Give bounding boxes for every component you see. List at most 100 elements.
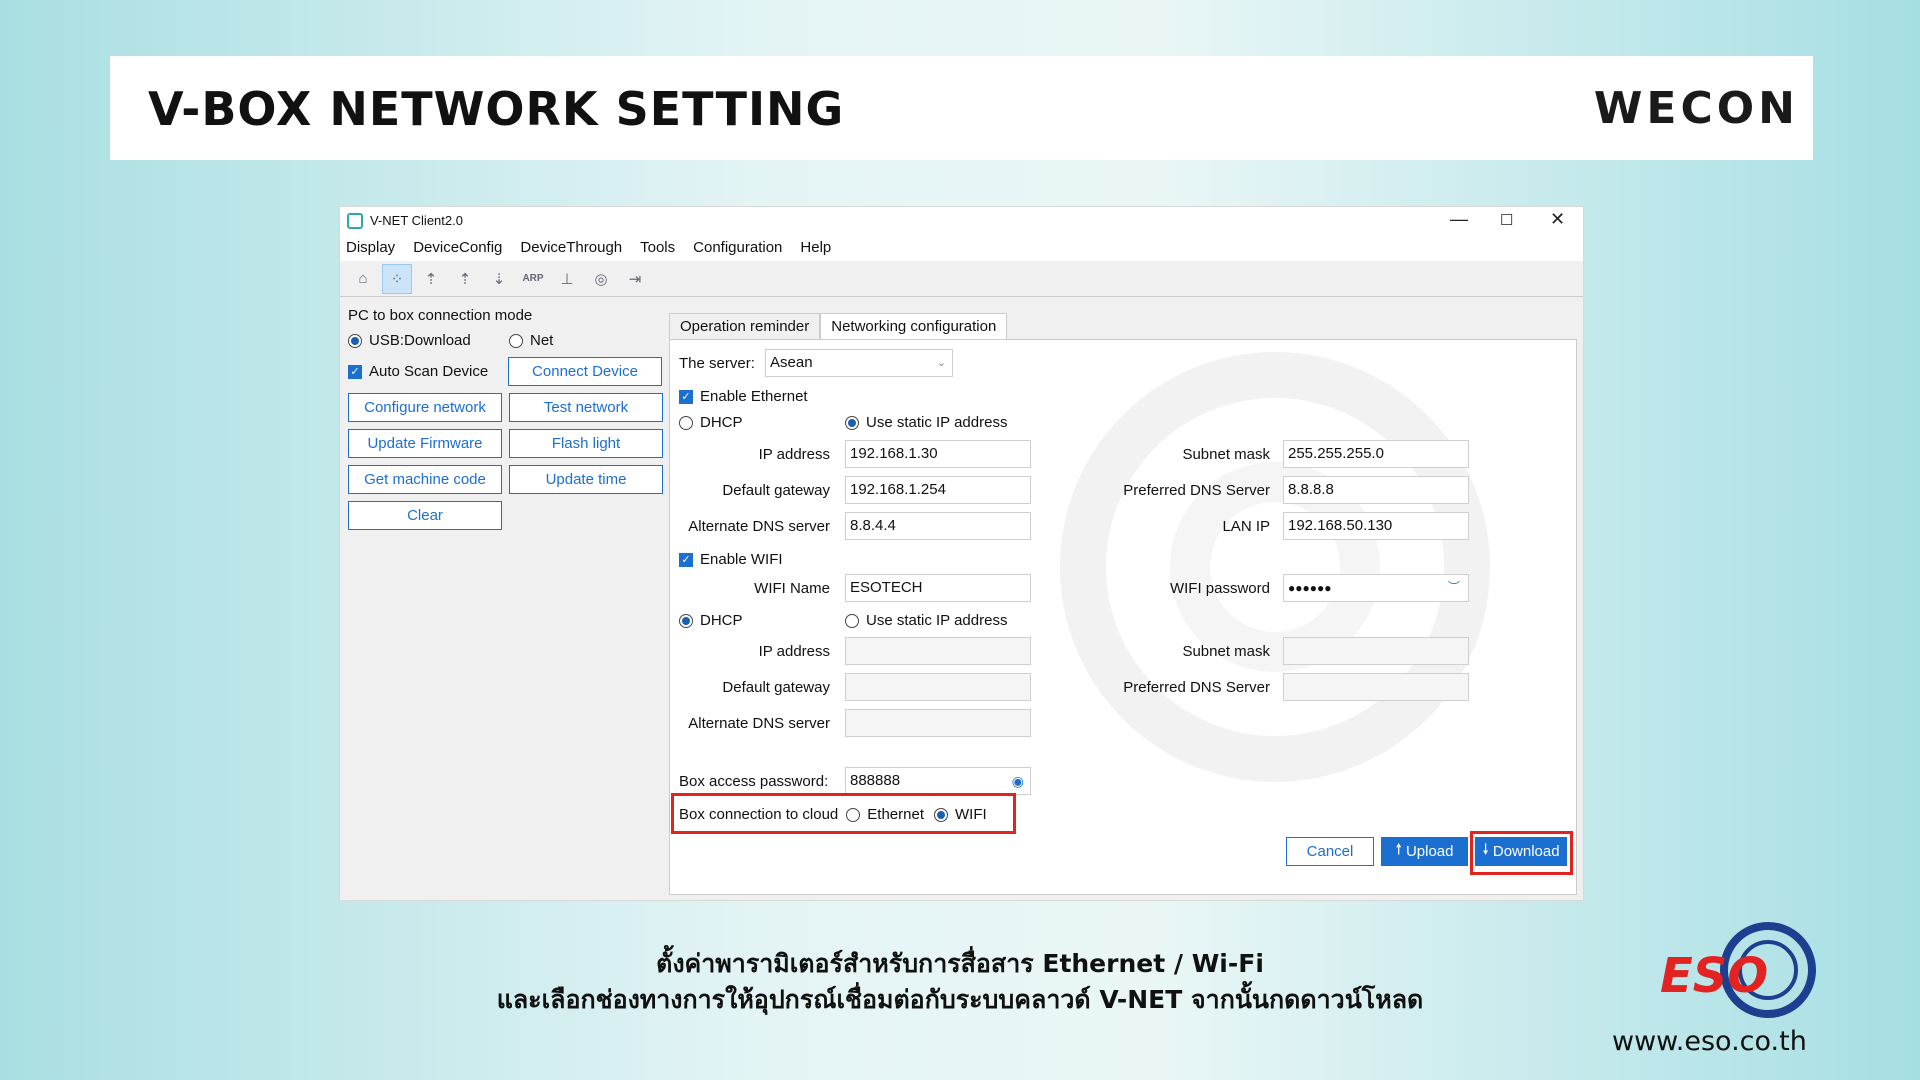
maximize-icon[interactable]: ☐: [1500, 211, 1513, 229]
minimize-icon[interactable]: —: [1450, 209, 1468, 230]
connection-mode-label: PC to box connection mode: [348, 307, 533, 324]
net-label: Net: [530, 332, 554, 349]
tree-icon[interactable]: ⊥: [552, 264, 582, 294]
eye-closed-icon[interactable]: ︶: [1448, 574, 1460, 600]
net-radio[interactable]: [509, 333, 523, 348]
wifi-static-ip-label: Use static IP address: [866, 612, 1008, 629]
box-password-value: 888888: [850, 772, 901, 789]
cloud-connection-label: Box connection to cloud: [679, 806, 839, 823]
header-bar: V-BOX NETWORK SETTING WECON: [110, 56, 1813, 160]
flash-light-button[interactable]: Flash light: [509, 429, 663, 458]
eth-dhcp-label: DHCP: [700, 414, 743, 431]
wifi-static-ip-radio[interactable]: [845, 613, 859, 628]
eso-logo: ESO: [1660, 922, 1816, 1018]
network-icon[interactable]: ⁘: [382, 263, 412, 294]
menu-configuration[interactable]: Configuration: [693, 235, 782, 261]
server-select[interactable]: Asean ⌄: [765, 349, 953, 377]
menu-tools[interactable]: Tools: [640, 235, 675, 261]
title-bar: V-NET Client2.0 — ☐ ✕: [340, 207, 1583, 235]
cloud-ethernet-label: Ethernet: [867, 806, 924, 823]
lan-ip-input[interactable]: 192.168.50.130: [1283, 512, 1469, 540]
lan-ip-label: LAN IP: [1222, 518, 1270, 535]
usb-label: USB:Download: [369, 332, 471, 349]
user-icon[interactable]: ◎: [586, 264, 616, 294]
eth-alt-dns-input[interactable]: 8.8.4.4: [845, 512, 1031, 540]
vpn-upload-icon[interactable]: ⇡: [450, 264, 480, 294]
eth-ip-input[interactable]: 192.168.1.30: [845, 440, 1031, 468]
usb-radio[interactable]: [348, 333, 362, 348]
app-icon: [347, 213, 363, 229]
enable-ethernet-checkbox[interactable]: ✓: [679, 389, 693, 404]
server-label: The server:: [679, 355, 755, 372]
tab-operation-reminder[interactable]: Operation reminder: [669, 313, 821, 339]
eth-subnet-label: Subnet mask: [1182, 446, 1270, 463]
eth-subnet-input[interactable]: 255.255.255.0: [1283, 440, 1469, 468]
eth-static-ip-label: Use static IP address: [866, 414, 1008, 431]
connect-device-button[interactable]: Connect Device: [508, 357, 662, 386]
server-value: Asean: [770, 354, 813, 371]
eth-ip-label: IP address: [758, 446, 830, 463]
vnet-client-window: V-NET Client2.0 — ☐ ✕ Display DeviceConf…: [339, 206, 1584, 901]
wifi-gateway-label: Default gateway: [722, 679, 830, 696]
auto-scan-label: Auto Scan Device: [369, 363, 489, 380]
menu-deviceconfig[interactable]: DeviceConfig: [413, 235, 502, 261]
menu-help[interactable]: Help: [800, 235, 831, 261]
home-icon[interactable]: ⌂: [348, 264, 378, 294]
cancel-button[interactable]: Cancel: [1286, 837, 1374, 866]
eth-gateway-label: Default gateway: [722, 482, 830, 499]
wifi-subnet-input[interactable]: [1283, 637, 1469, 665]
menu-bar: Display DeviceConfig DeviceThrough Tools…: [340, 235, 1583, 261]
plc-upload-icon[interactable]: ⇡: [416, 264, 446, 294]
wifi-password-value: ●●●●●●: [1288, 581, 1332, 595]
download-label: Download: [1492, 843, 1560, 860]
download-button[interactable]: 🠗 Download: [1475, 837, 1567, 866]
arrow-up-icon: 🠕: [1395, 841, 1402, 858]
caption-line-2: และเลือกช่องทางการให้อุปกรณ์เชื่อมต่อกับ…: [496, 985, 1424, 1014]
eth-alt-dns-label: Alternate DNS server: [688, 518, 830, 535]
configure-network-button[interactable]: Configure network: [348, 393, 502, 422]
wifi-alt-dns-input[interactable]: [845, 709, 1031, 737]
menu-devicethrough[interactable]: DeviceThrough: [520, 235, 622, 261]
toolbar: ⌂ ⁘ ⇡ ⇡ ⇣ ARP ⊥ ◎ ⇥: [340, 261, 1583, 297]
wifi-name-input[interactable]: ESOTECH: [845, 574, 1031, 602]
eth-pref-dns-input[interactable]: 8.8.8.8: [1283, 476, 1469, 504]
cloud-wifi-radio[interactable]: [934, 807, 948, 822]
auto-scan-checkbox[interactable]: ✓: [348, 364, 362, 379]
update-time-button[interactable]: Update time: [509, 465, 663, 494]
wecon-logo: WECON: [1594, 82, 1799, 134]
exit-icon[interactable]: ⇥: [620, 264, 650, 294]
networking-config-panel: The server: Asean ⌄ ✓ Enable Ethernet DH…: [669, 339, 1577, 895]
box-password-input[interactable]: 888888 ◉: [845, 767, 1031, 795]
eth-static-ip-radio[interactable]: [845, 415, 859, 430]
box-password-label: Box access password:: [679, 773, 829, 790]
arp-icon[interactable]: ARP: [518, 264, 548, 294]
clear-button[interactable]: Clear: [348, 501, 502, 530]
left-panel: PC to box connection mode USB:Download N…: [348, 307, 668, 530]
test-network-button[interactable]: Test network: [509, 393, 663, 422]
enable-ethernet-label: Enable Ethernet: [700, 388, 808, 405]
window-title: V-NET Client2.0: [370, 213, 463, 228]
arrow-down-icon: 🠗: [1482, 841, 1489, 858]
get-machine-code-button[interactable]: Get machine code: [348, 465, 502, 494]
wifi-password-input[interactable]: ●●●●●● ︶: [1283, 574, 1469, 602]
wifi-dhcp-radio[interactable]: [679, 613, 693, 628]
tab-networking-configuration[interactable]: Networking configuration: [820, 313, 1008, 339]
upload-button[interactable]: 🠕 Upload: [1381, 837, 1468, 866]
eth-gateway-input[interactable]: 192.168.1.254: [845, 476, 1031, 504]
enable-wifi-checkbox[interactable]: ✓: [679, 552, 693, 567]
hmi-download-icon[interactable]: ⇣: [484, 264, 514, 294]
eye-icon[interactable]: ◉: [1012, 768, 1024, 794]
wifi-name-label: WIFI Name: [754, 580, 830, 597]
wifi-subnet-label: Subnet mask: [1182, 643, 1270, 660]
eth-dhcp-radio[interactable]: [679, 415, 693, 430]
wifi-gateway-input[interactable]: [845, 673, 1031, 701]
update-firmware-button[interactable]: Update Firmware: [348, 429, 502, 458]
cloud-wifi-label: WIFI: [955, 806, 987, 823]
menu-display[interactable]: Display: [346, 235, 395, 261]
eth-pref-dns-label: Preferred DNS Server: [1123, 482, 1270, 499]
wifi-pref-dns-input[interactable]: [1283, 673, 1469, 701]
cloud-ethernet-radio[interactable]: [846, 807, 861, 822]
close-icon[interactable]: ✕: [1550, 209, 1565, 230]
wifi-ip-input[interactable]: [845, 637, 1031, 665]
page-title: V-BOX NETWORK SETTING: [148, 82, 845, 136]
